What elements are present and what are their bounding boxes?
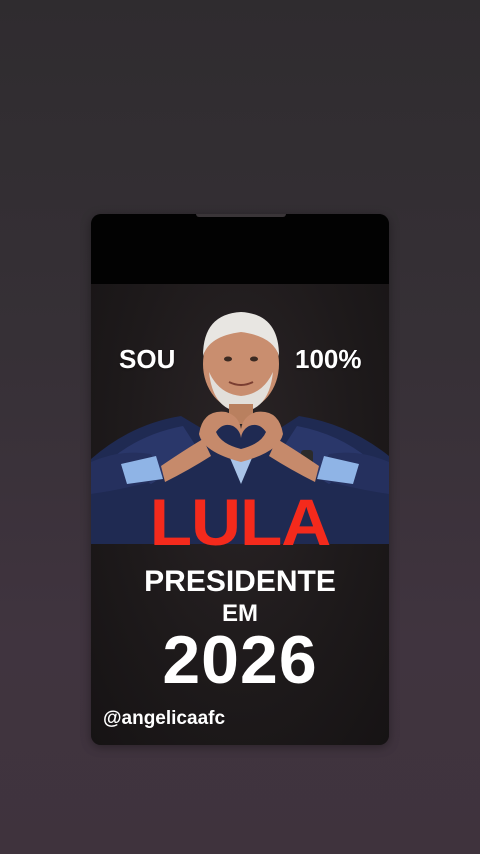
candidate-name: LULA bbox=[149, 485, 332, 559]
card-top-bar bbox=[91, 214, 389, 284]
story-card[interactable]: SOU 100% LULA PRESIDENTE EM 2026 @angeli… bbox=[91, 214, 389, 745]
title-presidente: PRESIDENTE bbox=[144, 565, 336, 598]
poster-image: SOU 100% LULA PRESIDENTE EM 2026 @angeli… bbox=[91, 284, 389, 745]
account-handle[interactable]: @angelicaafc bbox=[103, 708, 225, 730]
headline-100-percent: 100% bbox=[295, 344, 362, 374]
headline-sou: SOU bbox=[119, 344, 176, 374]
election-year: 2026 bbox=[162, 622, 318, 698]
notch-indicator bbox=[196, 214, 286, 217]
